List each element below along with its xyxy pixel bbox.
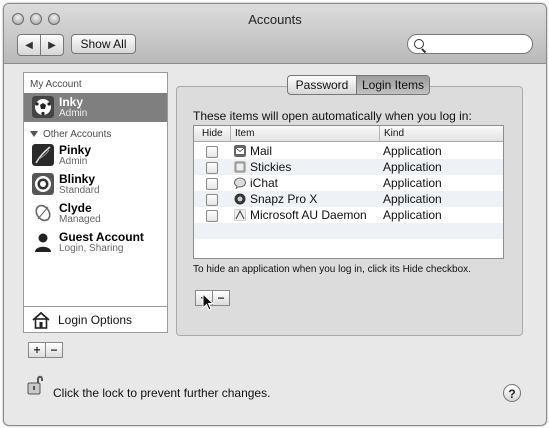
account-item-pinky[interactable]: Pinky Admin <box>24 141 167 170</box>
tab-password[interactable]: Password <box>288 76 356 94</box>
table-row[interactable]: Snapz Pro X Application <box>194 191 503 207</box>
account-item-inky[interactable]: Inky Admin <box>24 93 167 122</box>
account-role: Admin <box>59 156 88 167</box>
lock-icon[interactable] <box>27 374 45 396</box>
left-arrow-icon: ◀ <box>25 39 33 51</box>
help-button[interactable]: ? <box>503 384 521 402</box>
account-add-remove-control: + − <box>28 342 63 358</box>
account-name: Pinky <box>59 143 92 157</box>
show-all-button[interactable]: Show All <box>71 34 136 54</box>
toolbar: Accounts ◀ ▶ Show All <box>4 4 546 64</box>
column-divider <box>379 126 380 141</box>
column-header-kind[interactable]: Kind <box>384 128 404 139</box>
magnifier-icon <box>414 39 424 49</box>
item-kind: Application <box>383 144 442 158</box>
account-name: Guest Account <box>59 230 144 244</box>
hide-checkbox[interactable] <box>206 210 218 222</box>
account-name: Inky <box>59 95 84 109</box>
target-icon <box>32 173 54 195</box>
login-items-intro: These items will open automatically when… <box>193 109 472 123</box>
other-accounts-header: Other Accounts <box>30 129 111 140</box>
table-row[interactable]: Mail Application <box>194 143 503 159</box>
column-divider <box>230 126 231 141</box>
leaf-icon <box>35 204 51 222</box>
search-input[interactable] <box>428 37 530 53</box>
item-kind: Application <box>383 176 442 190</box>
hide-checkbox[interactable] <box>206 194 218 206</box>
account-role: Admin <box>59 108 88 119</box>
accounts-list: My Account Inky Admin Other Accounts Pin… <box>23 72 168 333</box>
snapz-pro-x-app-icon <box>234 193 246 205</box>
remove-account-button[interactable]: − <box>45 343 62 357</box>
house-icon <box>32 311 50 329</box>
add-account-button[interactable]: + <box>29 343 45 357</box>
back-forward-control: ◀ ▶ <box>17 34 64 56</box>
disclosure-triangle-icon[interactable] <box>30 131 38 138</box>
item-name: Microsoft AU Daemon <box>250 208 367 222</box>
item-kind: Application <box>383 192 442 206</box>
item-name: Mail <box>250 144 273 158</box>
right-arrow-icon: ▶ <box>48 39 56 51</box>
hide-checkbox[interactable] <box>206 162 218 174</box>
feather-icon <box>32 144 54 166</box>
table-row-empty <box>194 223 503 239</box>
stickies-app-icon <box>234 161 246 173</box>
login-options-item[interactable]: Login Options <box>24 306 167 333</box>
column-header-hide[interactable]: Hide <box>202 128 223 139</box>
ichat-app-icon <box>234 177 246 189</box>
item-kind: Application <box>383 160 442 174</box>
window-title: Accounts <box>248 12 302 27</box>
back-button[interactable]: ◀ <box>18 35 40 55</box>
account-tabs: Password Login Items <box>287 75 430 95</box>
my-account-header: My Account <box>30 79 82 90</box>
forward-button[interactable]: ▶ <box>40 35 63 55</box>
item-name: Snapz Pro X <box>250 192 318 206</box>
login-items-table: Hide Item Kind Mail Application Stickies… <box>193 125 504 259</box>
guest-silhouette-icon <box>35 233 51 252</box>
item-kind: Application <box>383 208 442 222</box>
lock-label: Click the lock to prevent further change… <box>53 386 271 400</box>
soccer-ball-icon <box>32 96 54 118</box>
account-role: Login, Sharing <box>59 243 124 254</box>
table-row[interactable]: iChat Application <box>194 175 503 191</box>
item-name: Stickies <box>250 160 292 174</box>
account-item-clyde[interactable]: Clyde Managed <box>24 199 167 228</box>
table-row-empty <box>194 239 503 255</box>
account-item-guest[interactable]: Guest Account Login, Sharing <box>24 228 167 257</box>
remove-login-item-button[interactable]: − <box>212 291 229 305</box>
mouse-pointer-icon <box>202 293 214 311</box>
hide-hint: To hide an application when you log in, … <box>193 264 471 275</box>
account-role: Standard <box>59 185 100 196</box>
login-options-label: Login Options <box>58 313 133 327</box>
microsoft-au-daemon-app-icon <box>234 209 246 221</box>
mail-app-icon <box>234 145 246 157</box>
table-header: Hide Item Kind <box>194 126 503 142</box>
account-role: Managed <box>59 214 101 225</box>
account-name: Clyde <box>59 201 92 215</box>
tab-login-items[interactable]: Login Items <box>356 76 429 94</box>
account-item-blinky[interactable]: Blinky Standard <box>24 170 167 199</box>
column-header-item[interactable]: Item <box>235 128 254 139</box>
table-row[interactable]: Stickies Application <box>194 159 503 175</box>
hide-checkbox[interactable] <box>206 146 218 158</box>
search-field[interactable] <box>407 34 533 54</box>
account-name: Blinky <box>59 172 96 186</box>
hide-checkbox[interactable] <box>206 178 218 190</box>
table-row[interactable]: Microsoft AU Daemon Application <box>194 207 503 223</box>
item-name: iChat <box>250 176 279 190</box>
